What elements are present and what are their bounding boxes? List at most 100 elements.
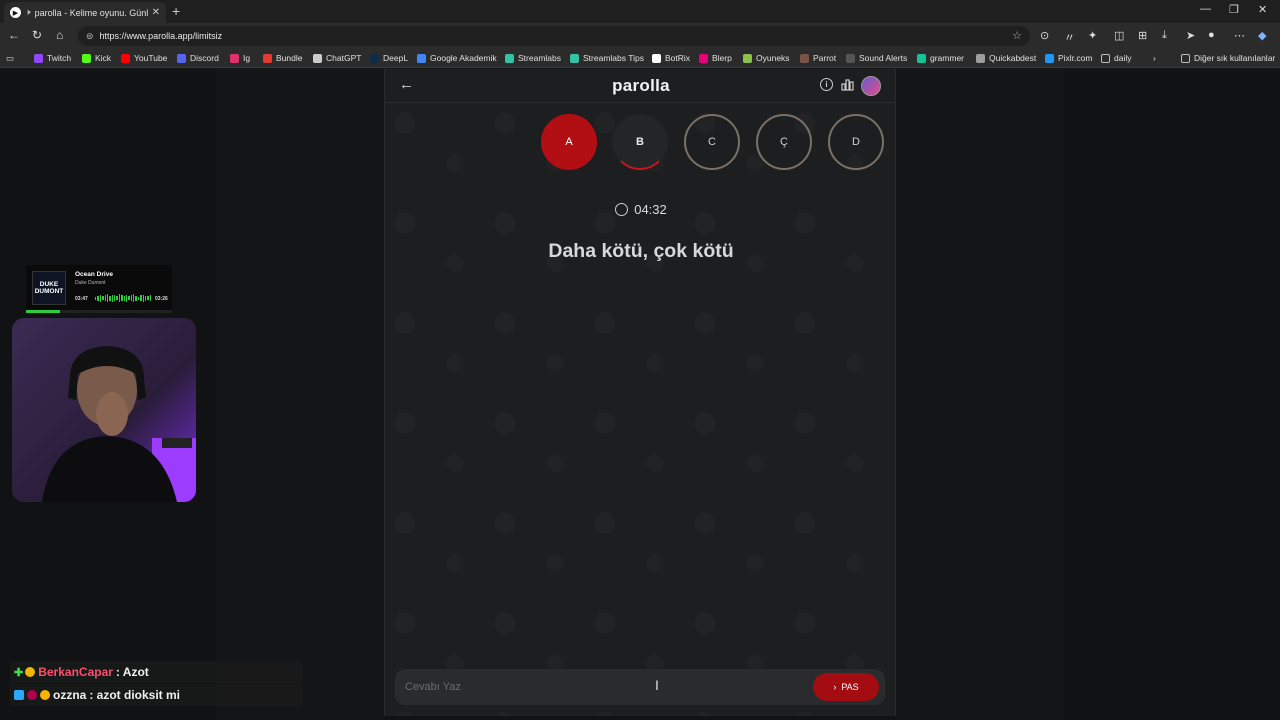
bookmark-kick[interactable]: Kick — [82, 53, 111, 63]
bookmark-google-akademik[interactable]: Google Akademik — [417, 53, 497, 63]
song-artist: Duke Dumont — [75, 280, 106, 286]
cover-text-line1: DUKE — [39, 281, 59, 288]
answer-bar: I › PAS — [395, 669, 885, 705]
waveform-bar — [104, 295, 106, 301]
pass-button[interactable]: › PAS — [813, 673, 879, 701]
other-bookmarks[interactable]: Diğer sık kullanılanlar — [1181, 53, 1275, 63]
waveform-bar — [97, 295, 99, 301]
parrot-icon — [800, 53, 809, 63]
restore-button[interactable]: ❐ — [1229, 3, 1239, 16]
oyuneks-icon — [743, 53, 752, 63]
streamer-webcam-image — [12, 318, 196, 502]
chat-username: BerkanCapar — [38, 665, 113, 679]
bookmarks-bar: ▭ Twitch Kick YouTube Discord Ig Bundle … — [0, 49, 1280, 68]
bookmark-grammer[interactable]: grammer — [917, 53, 964, 63]
user-avatar[interactable] — [861, 76, 881, 96]
answer-input[interactable] — [395, 669, 805, 705]
sub-badge-icon — [40, 690, 50, 700]
bundle-icon — [263, 53, 272, 63]
back-button[interactable]: ← — [8, 28, 20, 42]
streamlabs-icon — [505, 53, 514, 63]
bookmark-youtube[interactable]: YouTube — [121, 53, 167, 63]
bookmark-daily[interactable]: daily — [1101, 53, 1131, 63]
webcam-feed — [12, 318, 196, 502]
bookmark-botrix[interactable]: BotRix — [652, 53, 690, 63]
plus-badge-icon: ✚ — [14, 666, 24, 679]
info-icon[interactable]: i — [820, 78, 833, 91]
stats-bars-icon[interactable] — [841, 78, 854, 91]
bookmark-sound-alerts[interactable]: Sound Alerts — [846, 53, 907, 63]
cover-text-line2: DUMONT — [34, 288, 64, 295]
chat-text: : Azot — [115, 665, 149, 679]
copilot-icon[interactable]: ◆ — [1258, 29, 1266, 42]
sound-alerts-icon — [846, 53, 855, 63]
bookmark-streamlabs[interactable]: Streamlabs — [505, 53, 561, 63]
collections-icon[interactable]: ⊞ — [1138, 29, 1147, 42]
folder-icon — [1181, 53, 1190, 63]
split-screen-icon[interactable]: ◫ — [1114, 29, 1124, 42]
parolla-game: ← parolla i A B C Ç D 04:32 Daha kötü, ç… — [384, 69, 896, 716]
extensions-icon[interactable]: ✦ — [1088, 29, 1097, 42]
waveform-bar — [102, 296, 104, 300]
bookmarks-overflow-chevron-icon[interactable]: › — [1153, 53, 1156, 63]
parolla-favicon-icon: ▶ — [10, 7, 21, 18]
favorite-star-icon[interactable]: ☆ — [1012, 29, 1022, 42]
waveform-bar — [142, 294, 144, 302]
downloads-icon[interactable]: ⤓ — [1162, 29, 1167, 42]
letter-circle-c-cedilla: Ç — [756, 114, 812, 170]
waveform-bar — [109, 295, 111, 301]
bookmarks-toggle-icon[interactable]: ▭ — [6, 53, 14, 64]
waveform-bar — [95, 296, 97, 300]
waveform-bar — [123, 295, 125, 301]
tab-muted-icon[interactable]: 🕨 — [25, 7, 31, 18]
bookmark-blerp[interactable]: Blerp — [699, 53, 732, 63]
url-field[interactable]: ⊜ https://www.parolla.app/limitsiz ☆ — [78, 26, 1030, 46]
google-scholar-icon — [417, 53, 426, 63]
folder-icon — [1101, 53, 1110, 63]
bookmark-streamlabs-tips[interactable]: Streamlabs Tips — [570, 53, 644, 63]
url-text: https://www.parolla.app/limitsiz — [99, 31, 223, 41]
browser-tab-bar: ▶ 🕨 parolla - Kelime oyunu. Günl ✕ + — ❐… — [0, 0, 1280, 23]
streamlabs-tips-icon — [570, 53, 579, 63]
chat-text: : azot dioksit mi — [89, 688, 181, 702]
song-title: Ocean Drive — [75, 271, 113, 278]
letter-circle-d: D — [828, 114, 884, 170]
new-tab-button[interactable]: + — [172, 3, 180, 19]
bookmark-bundle[interactable]: Bundle — [263, 53, 302, 63]
waveform-bar — [121, 295, 123, 301]
extension-glasses-icon[interactable]: ⊙ — [1040, 29, 1049, 42]
read-aloud-icon[interactable]: 〃 — [1064, 29, 1075, 45]
question-text: Daha kötü, çok kötü — [548, 240, 734, 262]
bookmark-parrot[interactable]: Parrot — [800, 53, 836, 63]
waveform-bar — [149, 295, 151, 301]
browser-tab[interactable]: ▶ 🕨 parolla - Kelime oyunu. Günl ✕ — [4, 2, 166, 23]
more-menu-icon[interactable]: ⋯ — [1234, 29, 1245, 42]
clock-icon — [615, 203, 629, 216]
site-info-icon[interactable]: ⊜ — [86, 31, 94, 42]
song-progress-fill — [26, 310, 60, 313]
bookmark-quickabdest[interactable]: Quickabdest — [976, 53, 1036, 63]
close-window-button[interactable]: ✕ — [1258, 3, 1267, 16]
bookmark-oyuneks[interactable]: Oyuneks — [743, 53, 790, 63]
minimize-button[interactable]: — — [1200, 3, 1211, 15]
refresh-button[interactable]: ↻ — [32, 28, 42, 42]
waveform-bar — [111, 294, 113, 302]
song-progress — [26, 310, 172, 313]
home-button[interactable]: ⌂ — [56, 28, 63, 42]
chat-username: ozzna — [53, 688, 87, 702]
bookmark-ig[interactable]: Ig — [230, 53, 250, 63]
waveform-bar — [147, 296, 149, 300]
waveform-bar — [140, 295, 142, 301]
bookmark-twitch[interactable]: Twitch — [34, 53, 71, 63]
now-playing-widget: DUKE DUMONT Ocean Drive Duke Dumont 03:4… — [26, 265, 172, 313]
tab-close-icon[interactable]: ✕ — [152, 7, 160, 18]
share-icon[interactable]: ➤ — [1186, 29, 1195, 42]
bookmark-deepl[interactable]: DeepL — [370, 53, 408, 63]
bookmark-chatgpt[interactable]: ChatGPT — [313, 53, 361, 63]
botrix-icon — [652, 53, 661, 63]
profile-avatar-icon[interactable]: ● — [1208, 29, 1215, 41]
quickabdest-icon — [976, 53, 985, 63]
waveform-bar — [128, 296, 130, 300]
bookmark-discord[interactable]: Discord — [177, 53, 219, 63]
bookmark-pixlr[interactable]: Pixlr.com — [1045, 53, 1092, 63]
